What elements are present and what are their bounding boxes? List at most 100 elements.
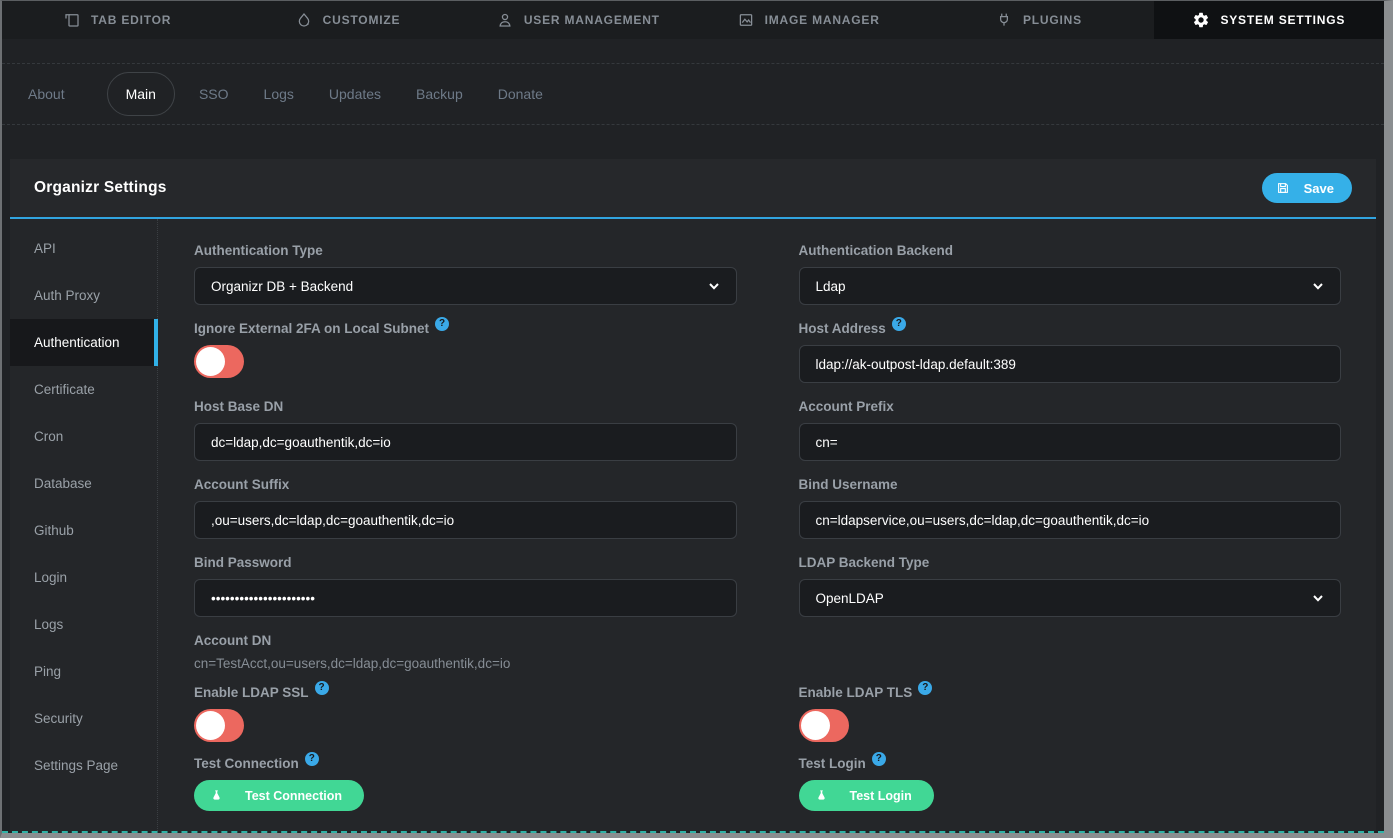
test-login-button[interactable]: Test Login: [799, 780, 934, 811]
nav-label: USER MANAGEMENT: [524, 13, 660, 27]
account-prefix-label: Account Prefix: [799, 399, 1342, 414]
sidebar-item-cron[interactable]: Cron: [10, 413, 157, 460]
sidebar-item-logs[interactable]: Logs: [10, 601, 157, 648]
nav-plugins[interactable]: PLUGINS: [923, 1, 1153, 39]
spacer: [2, 125, 1384, 159]
bind-password-label: Bind Password: [194, 555, 737, 570]
authentication-backend-label: Authentication Backend: [799, 243, 1342, 258]
nav-tab-editor[interactable]: TAB EDITOR: [2, 1, 232, 39]
sidebar-item-settings-page[interactable]: Settings Page: [10, 742, 157, 789]
ignore-2fa-toggle[interactable]: [194, 345, 244, 378]
authentication-backend-select[interactable]: Ldap: [799, 267, 1342, 305]
tab-logs[interactable]: Logs: [262, 82, 296, 106]
test-login-label: Test Login ?: [799, 756, 1342, 771]
customize-icon: [295, 11, 313, 29]
selected-value: OpenLDAP: [816, 591, 884, 606]
sidebar-item-api[interactable]: API: [10, 225, 157, 272]
help-icon[interactable]: ?: [305, 752, 319, 766]
account-dn-label: Account DN: [194, 633, 737, 648]
sidebar-item-login[interactable]: Login: [10, 554, 157, 601]
host-address-input[interactable]: [799, 345, 1342, 383]
enable-ldap-tls-label: Enable LDAP TLS ?: [799, 685, 1342, 700]
button-label: Test Connection: [245, 789, 342, 803]
tab-updates[interactable]: Updates: [327, 82, 383, 106]
account-dn-value: cn=TestAcct,ou=users,dc=ldap,dc=goauthen…: [194, 656, 737, 671]
authentication-type-label: Authentication Type: [194, 243, 737, 258]
toggle-knob: [196, 347, 225, 376]
tab-donate[interactable]: Donate: [496, 82, 545, 106]
nav-label: PLUGINS: [1023, 13, 1082, 27]
tab-sso[interactable]: SSO: [197, 82, 231, 106]
help-icon[interactable]: ?: [315, 681, 329, 695]
nav-label: CUSTOMIZE: [323, 13, 401, 27]
nav-label: TAB EDITOR: [91, 13, 171, 27]
nav-customize[interactable]: CUSTOMIZE: [232, 1, 462, 39]
settings-sidebar: API Auth Proxy Authentication Certificat…: [10, 219, 158, 831]
gear-icon: [1192, 11, 1210, 29]
nav-label: SYSTEM SETTINGS: [1220, 13, 1345, 27]
sidebar-item-security[interactable]: Security: [10, 695, 157, 742]
enable-ldap-ssl-label: Enable LDAP SSL ?: [194, 685, 737, 700]
help-icon[interactable]: ?: [918, 681, 932, 695]
nav-image-manager[interactable]: IMAGE MANAGER: [693, 1, 923, 39]
bottom-dashed-divider: [2, 831, 1384, 833]
bind-username-label: Bind Username: [799, 477, 1342, 492]
ldap-backend-type-select[interactable]: OpenLDAP: [799, 579, 1342, 617]
authentication-form: Authentication Type Organizr DB + Backen…: [158, 219, 1376, 831]
tab-editor-icon: [63, 11, 81, 29]
floppy-icon: [1276, 181, 1290, 195]
toggle-knob: [196, 711, 225, 740]
selected-value: Organizr DB + Backend: [211, 279, 353, 294]
chevron-down-icon: [1312, 592, 1324, 604]
image-icon: [737, 11, 755, 29]
button-label: Test Login: [850, 789, 912, 803]
save-label: Save: [1304, 181, 1334, 196]
flask-icon: [210, 788, 223, 803]
sidebar-item-database[interactable]: Database: [10, 460, 157, 507]
test-connection-label: Test Connection ?: [194, 756, 737, 771]
nav-label: IMAGE MANAGER: [765, 13, 880, 27]
enable-ldap-tls-toggle[interactable]: [799, 709, 849, 742]
plug-icon: [995, 11, 1013, 29]
sidebar-item-certificate[interactable]: Certificate: [10, 366, 157, 413]
top-nav: TAB EDITOR CUSTOMIZE USER MANAGEMENT IMA…: [2, 1, 1384, 39]
sidebar-item-github[interactable]: Github: [10, 507, 157, 554]
toggle-knob: [801, 711, 830, 740]
flask-icon: [815, 788, 828, 803]
spacer: [2, 39, 1384, 63]
panel-header: Organizr Settings Save: [10, 159, 1376, 219]
ignore-2fa-label: Ignore External 2FA on Local Subnet ?: [194, 321, 737, 336]
enable-ldap-ssl-toggle[interactable]: [194, 709, 244, 742]
settings-tabs: About Main SSO Logs Updates Backup Donat…: [2, 63, 1384, 125]
account-prefix-input[interactable]: [799, 423, 1342, 461]
help-icon[interactable]: ?: [435, 317, 449, 331]
help-icon[interactable]: ?: [892, 317, 906, 331]
panel-body: API Auth Proxy Authentication Certificat…: [10, 219, 1376, 831]
authentication-type-select[interactable]: Organizr DB + Backend: [194, 267, 737, 305]
tab-backup[interactable]: Backup: [414, 82, 465, 106]
test-connection-button[interactable]: Test Connection: [194, 780, 364, 811]
user-icon: [496, 11, 514, 29]
account-suffix-input[interactable]: [194, 501, 737, 539]
settings-panel: Organizr Settings Save API Auth Proxy Au…: [10, 159, 1376, 831]
sidebar-item-ping[interactable]: Ping: [10, 648, 157, 695]
page-title: Organizr Settings: [34, 179, 167, 197]
chevron-down-icon: [708, 280, 720, 292]
bind-password-input[interactable]: [194, 579, 737, 617]
bind-username-input[interactable]: [799, 501, 1342, 539]
nav-user-management[interactable]: USER MANAGEMENT: [463, 1, 693, 39]
selected-value: Ldap: [816, 279, 846, 294]
save-button[interactable]: Save: [1262, 173, 1352, 203]
host-base-dn-input[interactable]: [194, 423, 737, 461]
help-icon[interactable]: ?: [872, 752, 886, 766]
ldap-backend-type-label: LDAP Backend Type: [799, 555, 1342, 570]
host-address-label: Host Address ?: [799, 321, 1342, 336]
sidebar-item-auth-proxy[interactable]: Auth Proxy: [10, 272, 157, 319]
sidebar-item-authentication[interactable]: Authentication: [10, 319, 158, 366]
host-base-dn-label: Host Base DN: [194, 399, 737, 414]
tab-about[interactable]: About: [26, 82, 67, 106]
chevron-down-icon: [1312, 280, 1324, 292]
organizr-window: TAB EDITOR CUSTOMIZE USER MANAGEMENT IMA…: [0, 0, 1393, 838]
tab-main[interactable]: Main: [107, 72, 175, 116]
nav-system-settings[interactable]: SYSTEM SETTINGS: [1154, 1, 1384, 39]
